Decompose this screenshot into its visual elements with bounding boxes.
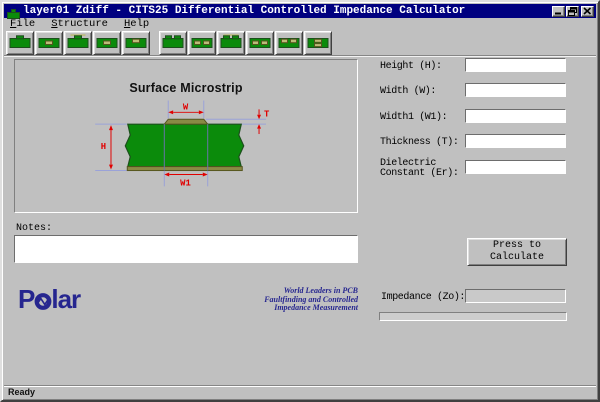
diagram-title: Surface Microstrip [15, 81, 357, 95]
menu-help[interactable]: Help [124, 18, 157, 30]
calculate-button-line2: Calculate [468, 252, 566, 264]
menu-structure[interactable]: Structure [51, 18, 116, 30]
minimize-button[interactable] [552, 6, 565, 17]
substrate-shape [125, 124, 243, 166]
width-input[interactable] [465, 83, 566, 97]
field-label-thickness: Thickness (T): [380, 138, 466, 148]
impedance-label: Impedance (Zo): [381, 292, 465, 303]
diagram-panel: W T H W1 Surface Microstrip [14, 59, 358, 213]
title-bar: layer01 Zdiff - CITS25 Differential Cont… [4, 4, 596, 18]
dim-label-h: H [101, 142, 106, 152]
logo-o-wave-icon [34, 292, 52, 310]
tagline-line3: Impedance Measurement [232, 304, 358, 313]
menu-file[interactable]: File [10, 18, 43, 30]
ground-plane-shape [127, 167, 242, 171]
toolbar-offset-stripline[interactable] [122, 31, 150, 55]
window-controls [552, 6, 594, 17]
close-button[interactable] [581, 6, 594, 17]
toolbar-diff-embedded-microstrip[interactable] [188, 31, 216, 55]
field-label-width1: Width1 (W1): [380, 113, 466, 123]
toolbar-diff-coated-microstrip[interactable] [217, 31, 245, 55]
toolbar-coated-microstrip[interactable] [64, 31, 92, 55]
calculate-button[interactable]: Press to Calculate [467, 238, 567, 266]
dim-label-t: T [264, 109, 270, 119]
field-label-dielectric: Dielectric Constant (Er): [380, 159, 466, 178]
brand-tagline: World Leaders in PCB Faultfinding and Co… [232, 287, 358, 313]
height-input[interactable] [465, 58, 566, 72]
status-text: Ready [8, 387, 35, 397]
toolbar-broadside-coupled-stripline[interactable] [304, 31, 332, 55]
toolbar-diff-offset-stripline[interactable] [275, 31, 303, 55]
toolbar-surface-microstrip[interactable] [6, 31, 34, 55]
toolbar-stripline[interactable] [93, 31, 121, 55]
calculate-button-line1: Press to [468, 240, 566, 252]
menu-bar: File Structure Help [4, 18, 596, 30]
toolbar [4, 30, 596, 55]
field-label-height: Height (H): [380, 62, 466, 72]
status-bar: Ready [4, 385, 596, 398]
app-window: layer01 Zdiff - CITS25 Differential Cont… [0, 0, 600, 402]
thickness-input[interactable] [465, 134, 566, 148]
dielectric-input[interactable] [465, 160, 566, 174]
field-label-width: Width (W): [380, 87, 466, 97]
trace-shape [164, 119, 207, 124]
dim-label-w: W [183, 102, 189, 112]
calc-progress-bar [379, 312, 567, 321]
app-icon [7, 6, 20, 16]
notes-textarea[interactable] [14, 235, 358, 263]
toolbar-separator [4, 55, 596, 57]
window-title: layer01 Zdiff - CITS25 Differential Cont… [23, 4, 552, 18]
dim-label-w1: W1 [180, 178, 191, 188]
toolbar-diff-surface-microstrip[interactable] [159, 31, 187, 55]
width1-input[interactable] [465, 109, 566, 123]
polar-logo: P lar [18, 285, 80, 313]
impedance-output[interactable] [465, 289, 566, 303]
restore-button[interactable] [566, 6, 579, 17]
toolbar-diff-stripline[interactable] [246, 31, 274, 55]
notes-label: Notes: [16, 223, 52, 234]
toolbar-embedded-microstrip[interactable] [35, 31, 63, 55]
